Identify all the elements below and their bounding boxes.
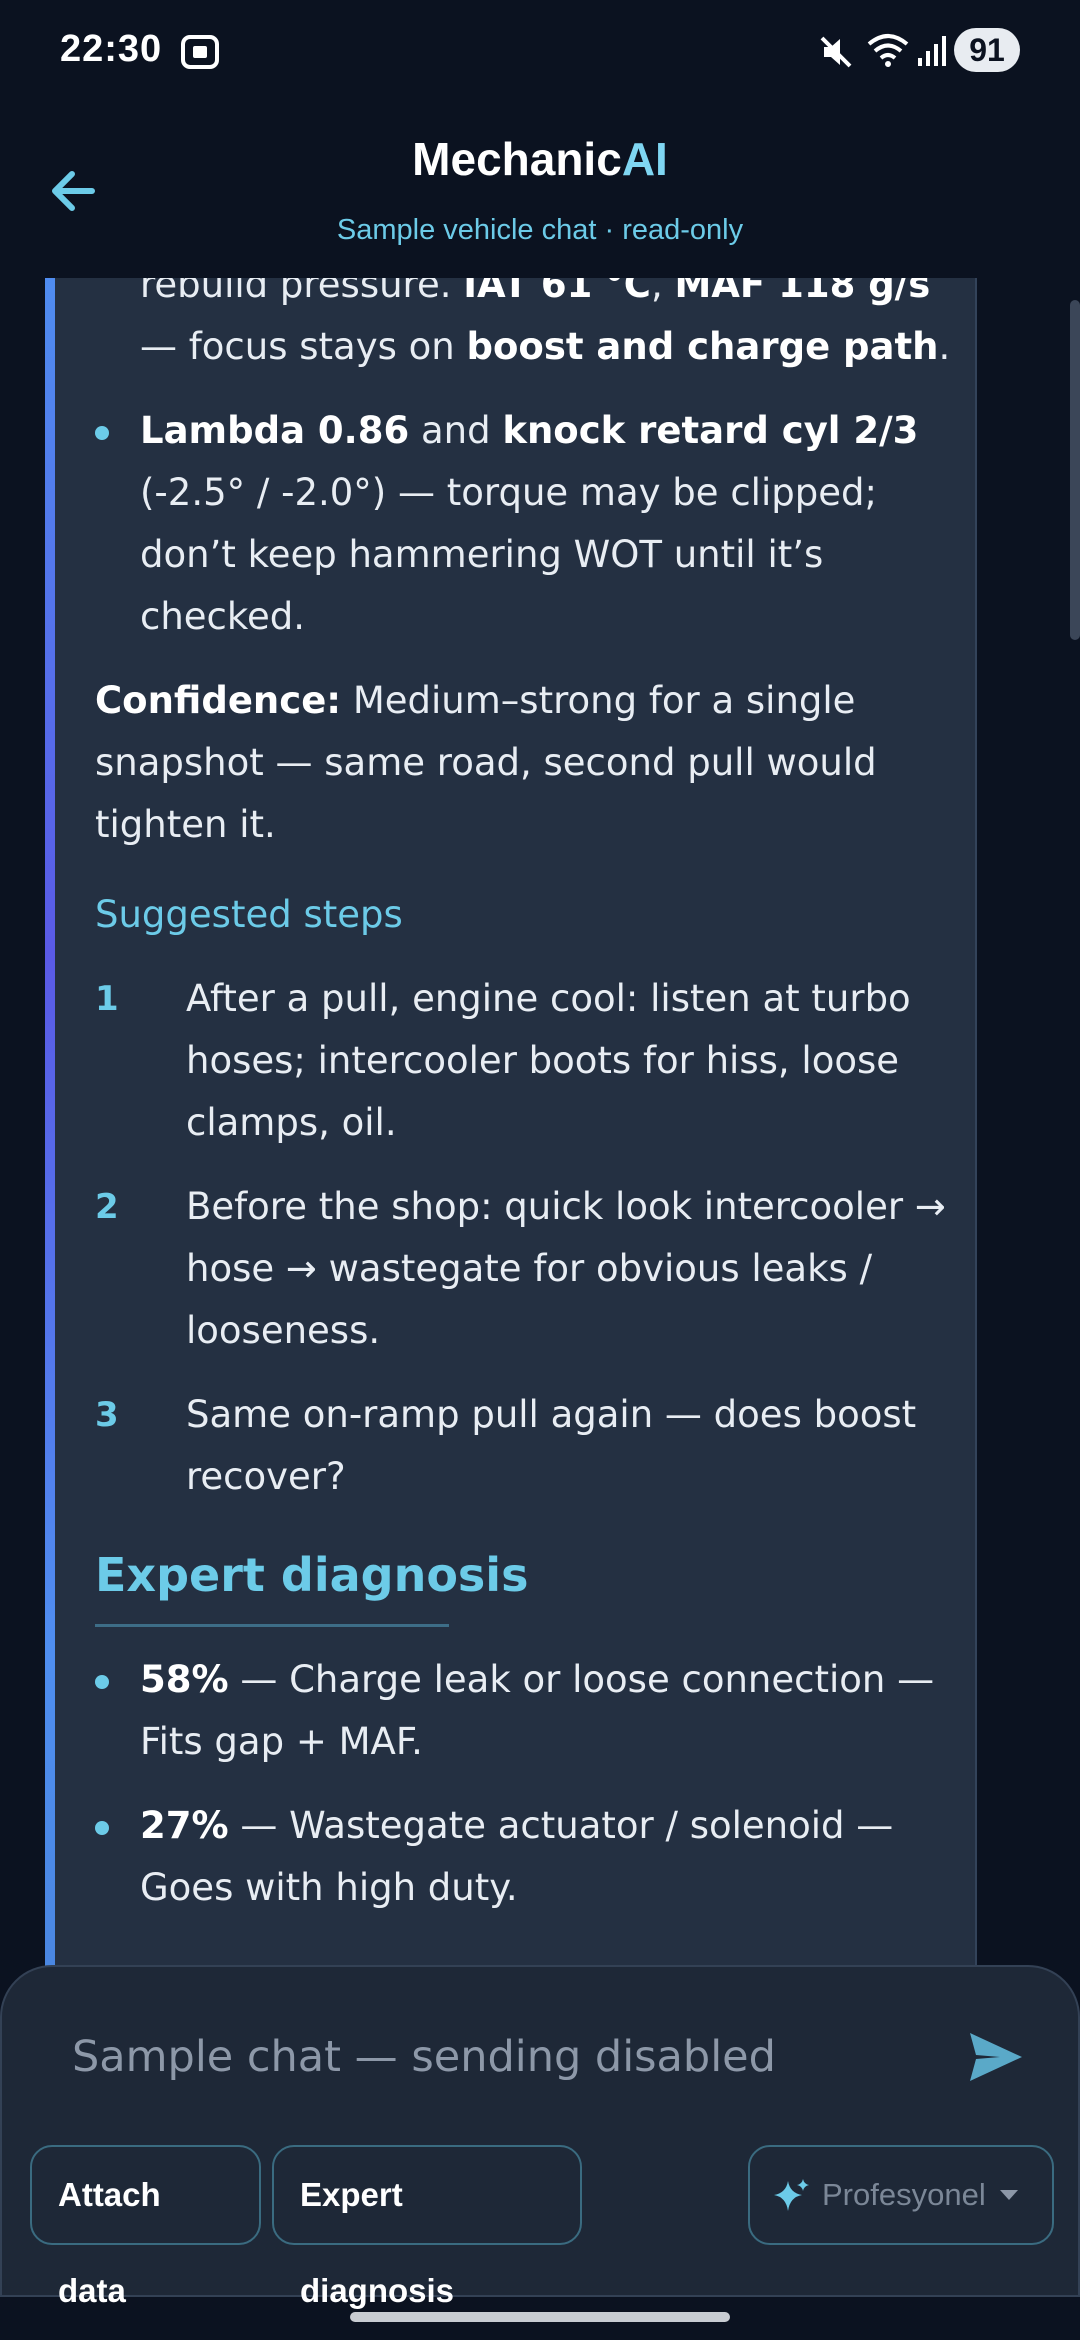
step-item: 3 Same on-ramp pull again — does boost r… [95, 1384, 965, 1508]
attach-data-button[interactable]: Attach data [30, 2145, 261, 2309]
message-content: rebuild pressure. IAT 61 °C, MAF 118 g/s… [95, 278, 965, 1919]
battery-indicator: 91 [954, 28, 1020, 72]
chevron-down-icon [1000, 2190, 1018, 2200]
screenshot-icon [181, 35, 219, 69]
assistant-message-viewport[interactable]: rebuild pressure. IAT 61 °C, MAF 118 g/s… [45, 278, 977, 1968]
app-title: MechanicAI [412, 133, 668, 185]
step-number: 2 [95, 1187, 119, 1227]
step-text: After a pull, engine cool: listen at tur… [186, 977, 911, 1144]
suggested-steps-heading: Suggested steps [95, 893, 403, 936]
step-number: 3 [95, 1395, 119, 1435]
expert-diagnosis-button[interactable]: Expert diagnosis [272, 2145, 582, 2309]
status-time: 22:30 [60, 28, 163, 70]
list-item: rebuild pressure. IAT 61 °C, MAF 118 g/s… [140, 278, 951, 368]
diagnosis-item: 58% — Charge leak or loose connection — … [95, 1649, 965, 1773]
signal-icon [918, 36, 946, 66]
step-text: Same on-ramp pull again — does boost rec… [186, 1393, 917, 1498]
scrollbar-thumb[interactable] [1070, 300, 1080, 640]
card-accent-bar [45, 278, 55, 1968]
confidence-paragraph: Confidence: Medium–strong for a single s… [95, 679, 877, 846]
step-item: 2 Before the shop: quick look intercoole… [95, 1176, 965, 1362]
app-header: MechanicAI Sample vehicle chat · read-on… [0, 110, 1080, 278]
list-item: Lambda 0.86 and knock retard cyl 2/3 (-2… [95, 400, 965, 648]
message-input[interactable]: Sample chat — sending disabled [72, 2017, 932, 2097]
send-icon[interactable] [966, 2027, 1026, 2087]
mute-icon [820, 36, 852, 68]
chat-subtitle: Sample vehicle chat · read-only [336, 214, 744, 246]
step-item: 1 After a pull, engine cool: listen at t… [95, 968, 965, 1154]
chat-composer: Sample chat — sending disabled Attach da… [0, 1965, 1080, 2309]
assistant-message-card: rebuild pressure. IAT 61 °C, MAF 118 g/s… [45, 278, 977, 1968]
heading-divider [95, 1624, 449, 1627]
expert-diagnosis-heading: Expert diagnosis [95, 1548, 529, 1602]
home-indicator[interactable] [350, 2312, 730, 2322]
step-text: Before the shop: quick look intercooler … [186, 1185, 946, 1352]
sparkle-icon [774, 2179, 809, 2211]
model-label: Profesyonel [822, 2177, 986, 2212]
status-bar: 22:30 91 [0, 0, 1080, 110]
model-selector[interactable]: Profesyonel [748, 2145, 1054, 2245]
wifi-icon [867, 34, 909, 67]
step-number: 1 [95, 979, 119, 1019]
diagnosis-item: 27% — Wastegate actuator / solenoid — Go… [95, 1795, 965, 1919]
